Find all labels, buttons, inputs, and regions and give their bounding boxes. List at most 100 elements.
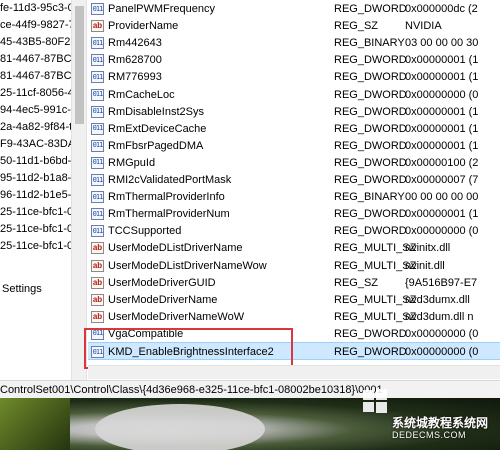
value-type: REG_DWORD bbox=[334, 71, 407, 84]
binary-value-icon: 011 bbox=[91, 88, 104, 101]
value-row[interactable]: 011 RmDisableInst2Sys REG_DWORD 0x00000001 … bbox=[88, 103, 500, 121]
string-value-icon: ab bbox=[91, 293, 104, 306]
tree-key-item[interactable]: 81-4467-87BC- bbox=[0, 51, 77, 68]
value-name-cell: 011 RM776993 bbox=[91, 68, 162, 86]
value-row[interactable]: 011 Rm442643 REG_BINARY 03 00 00 00 30 bbox=[88, 34, 500, 52]
value-row[interactable]: ab ProviderName REG_SZ NVIDIA bbox=[88, 17, 500, 35]
value-data: 0x00000000 (0 bbox=[405, 327, 479, 340]
value-data: nvinitx.dll bbox=[405, 242, 451, 255]
registry-key-tree[interactable]: fe-11d3-95c3-0 ce-44f9-9827-7 45-43B5-80F2… bbox=[0, 0, 78, 380]
value-name-cell: 011 RmCacheLoc bbox=[91, 86, 175, 104]
value-name: RMGpuId bbox=[108, 156, 156, 169]
value-type: REG_MULTI_SZ bbox=[334, 259, 417, 272]
value-data: 0x00000000 (0 bbox=[405, 88, 479, 101]
value-name-cell: 011 PanelPWMFrequency bbox=[91, 0, 215, 18]
value-name: RmThermalProviderInfo bbox=[108, 191, 225, 204]
value-row[interactable]: 011 RmThermalProviderNum REG_DWORD 0x000000… bbox=[88, 205, 500, 223]
value-row[interactable]: 011 Rm628700 REG_DWORD 0x00000001 (1 bbox=[88, 51, 500, 69]
watermark-text: 系统城教程系统网 bbox=[392, 416, 489, 430]
value-data: 0x000000dc (2 bbox=[405, 3, 478, 15]
string-value-icon: ab bbox=[91, 310, 104, 323]
value-data: 00 00 00 00 00 bbox=[405, 191, 479, 204]
tree-key-item[interactable]: 25-11ce-bfc1-0 bbox=[0, 204, 77, 221]
value-row[interactable]: ab UserModeDriverGUID REG_SZ {9A516B97-E7 bbox=[88, 274, 500, 292]
value-type: REG_DWORD bbox=[334, 105, 407, 118]
value-name: RmDisableInst2Sys bbox=[108, 105, 204, 118]
value-name: RmThermalProviderNum bbox=[108, 208, 230, 221]
value-data: 0x00000001 (1 bbox=[405, 71, 479, 84]
string-value-icon: ab bbox=[91, 276, 104, 289]
binary-value-icon: 011 bbox=[91, 208, 104, 221]
tree-scrollbar-thumb[interactable] bbox=[75, 6, 84, 124]
values-horizontal-scrollbar[interactable] bbox=[88, 365, 500, 379]
value-name-cell: 011 RmThermalProviderInfo bbox=[91, 188, 225, 206]
value-name-cell: 011 RmDisableInst2Sys bbox=[91, 103, 204, 121]
value-name: RmFbsrPagedDMA bbox=[108, 139, 204, 152]
value-data: 0x00000001 (1 bbox=[405, 139, 479, 152]
value-name: RM776993 bbox=[108, 71, 162, 84]
watermark-logo-icon bbox=[363, 389, 387, 413]
value-data: 0x00000001 (1 bbox=[405, 208, 479, 221]
tree-key-item[interactable]: 25-11ce-bfc1-0 bbox=[0, 221, 77, 238]
value-row[interactable]: ab UserModeDriverNameWoW REG_MULTI_SZ nvd3d… bbox=[88, 308, 500, 326]
value-data: 0x00000001 (1 bbox=[405, 105, 479, 118]
value-name-cell: ab UserModeDriverGUID bbox=[91, 274, 216, 292]
tree-key-item[interactable]: 96-11d2-b1e5-0 bbox=[0, 187, 77, 204]
value-row[interactable]: 011 RMGpuId REG_DWORD 0x00000100 (2 bbox=[88, 154, 500, 172]
tree-key-item[interactable]: ce-44f9-9827-7 bbox=[0, 17, 77, 34]
value-row[interactable]: 011 RmCacheLoc REG_DWORD 0x00000000 (0 bbox=[88, 86, 500, 104]
value-name: UserModeDriverNameWoW bbox=[108, 310, 245, 323]
value-type: REG_SZ bbox=[334, 20, 379, 33]
string-value-icon: ab bbox=[91, 259, 104, 272]
registry-values-list[interactable]: 011 PanelPWMFrequency REG_DWORD 0x000000dc … bbox=[88, 0, 500, 365]
tree-key-item[interactable]: 25-11cf-8056-4 bbox=[0, 85, 77, 102]
value-row[interactable]: 011 RmExtDeviceCache REG_DWORD 0x00000001 (… bbox=[88, 120, 500, 138]
tree-item-settings[interactable]: Settings bbox=[0, 281, 77, 298]
value-name-cell: ab ProviderName bbox=[91, 17, 178, 35]
value-name: RmCacheLoc bbox=[108, 88, 175, 101]
value-data: 0x00000001 (1 bbox=[405, 122, 479, 135]
value-name-cell: 011 RmFbsrPagedDMA bbox=[91, 137, 203, 155]
tree-key-item[interactable]: F9-43AC-83DA- bbox=[0, 136, 77, 153]
value-row[interactable]: ab UserModeDriverName REG_MULTI_SZ nvd3dumx… bbox=[88, 291, 500, 309]
value-row[interactable]: 011 TCCSupported REG_DWORD 0x00000000 (0 bbox=[88, 222, 500, 240]
string-value-icon: ab bbox=[91, 20, 104, 33]
tree-key-item[interactable]: fe-11d3-95c3-0 bbox=[0, 0, 77, 17]
value-data: 0x00000000 (0 bbox=[405, 346, 479, 358]
value-row[interactable]: 011 RmFbsrPagedDMA REG_DWORD 0x00000001 (1 bbox=[88, 137, 500, 155]
value-type: REG_SZ bbox=[334, 276, 379, 289]
value-type: REG_DWORD bbox=[334, 208, 407, 221]
value-type: REG_MULTI_SZ bbox=[334, 242, 417, 255]
value-data: 03 00 00 00 30 bbox=[405, 37, 479, 50]
binary-value-icon: 011 bbox=[91, 37, 104, 50]
value-name: RmExtDeviceCache bbox=[108, 122, 207, 135]
value-name-cell: 011 RmThermalProviderNum bbox=[91, 205, 230, 223]
value-type: REG_DWORD bbox=[334, 3, 407, 15]
tree-key-item[interactable]: 94-4ec5-991c-d bbox=[0, 102, 77, 119]
value-row[interactable]: 011 RmThermalProviderInfo REG_BINARY 00 00 … bbox=[88, 188, 500, 206]
wallpaper-leaf bbox=[0, 398, 70, 450]
value-row[interactable]: 011 RMI2cValidatedPortMask REG_DWORD 0x0000… bbox=[88, 171, 500, 189]
tree-key-item[interactable]: 50-11d1-b6bd- bbox=[0, 153, 77, 170]
value-name: PanelPWMFrequency bbox=[108, 3, 215, 15]
string-value-icon: ab bbox=[91, 242, 104, 255]
value-type: REG_MULTI_SZ bbox=[334, 293, 417, 306]
tree-key-item[interactable]: 2a-4a82-9f84-t bbox=[0, 119, 77, 136]
value-type: REG_DWORD bbox=[334, 174, 407, 186]
value-row[interactable]: ab UserModeDListDriverName REG_MULTI_SZ nvi… bbox=[88, 239, 500, 257]
binary-value-icon: 011 bbox=[91, 225, 104, 238]
value-row[interactable]: 011 RM776993 REG_DWORD 0x00000001 (1 bbox=[88, 68, 500, 86]
value-row[interactable]: 011 PanelPWMFrequency REG_DWORD 0x000000dc … bbox=[88, 0, 500, 18]
binary-value-icon: 011 bbox=[91, 54, 104, 67]
value-name-cell: 011 Rm628700 bbox=[91, 51, 162, 69]
tree-key-item[interactable]: 95-11d2-b1a8- bbox=[0, 170, 77, 187]
value-data: nvinit.dll bbox=[405, 259, 445, 272]
tree-key-item[interactable]: 81-4467-87BC- bbox=[0, 68, 77, 85]
tree-key-item[interactable]: 25-11ce-bfc1-0 bbox=[0, 238, 77, 255]
binary-value-icon: 011 bbox=[91, 139, 104, 152]
value-name-cell: 011 TCCSupported bbox=[91, 222, 181, 240]
tree-key-item[interactable]: 45-43B5-80F2- bbox=[0, 34, 77, 51]
tree-vertical-scrollbar[interactable] bbox=[71, 0, 87, 380]
value-type: REG_BINARY bbox=[334, 37, 405, 50]
value-row[interactable]: ab UserModeDListDriverNameWow REG_MULTI_SZ… bbox=[88, 257, 500, 275]
